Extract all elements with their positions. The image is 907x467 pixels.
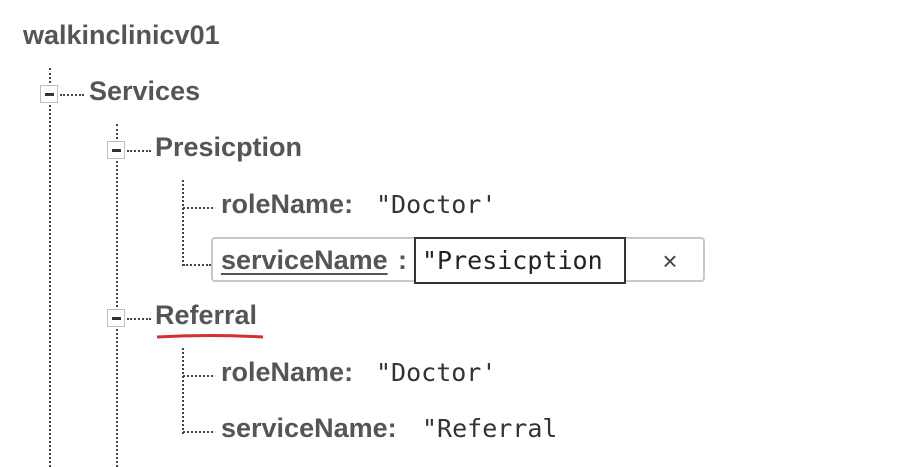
tree-connector-services xyxy=(116,124,118,467)
node-label-presicption[interactable]: Presicption xyxy=(155,132,302,163)
field-key-colon: : xyxy=(398,245,407,275)
field-value-input[interactable] xyxy=(414,237,626,284)
tree-connector-h xyxy=(60,94,84,96)
minus-square-icon[interactable] xyxy=(107,141,125,159)
tree-connector-h xyxy=(127,318,151,320)
minus-square-icon[interactable] xyxy=(40,85,58,103)
field-key-text: roleName xyxy=(221,357,345,387)
field-key-rolename[interactable]: roleName: xyxy=(221,357,353,388)
node-label-services[interactable]: Services xyxy=(89,76,200,107)
field-value-servicename[interactable]: "Referral xyxy=(422,414,557,443)
spellcheck-underline xyxy=(156,334,264,339)
field-value-rolename[interactable]: "Doctor' xyxy=(376,358,496,387)
minus-square-icon[interactable] xyxy=(107,309,125,327)
tree-connector-h xyxy=(183,207,213,209)
close-icon[interactable]: × xyxy=(648,247,692,275)
tree-connector-h xyxy=(127,150,151,152)
field-key-servicename[interactable]: serviceName: xyxy=(221,413,397,444)
tree-connector-h xyxy=(183,264,211,266)
field-value-rolename[interactable]: "Doctor' xyxy=(376,190,496,219)
tree-connector-h xyxy=(183,375,213,377)
field-key-text: serviceName xyxy=(221,413,388,443)
field-key-rolename[interactable]: roleName: xyxy=(221,189,353,220)
field-key-servicename[interactable]: serviceName xyxy=(221,245,388,276)
root-node-label[interactable]: walkinclinicv01 xyxy=(23,20,220,51)
tree-connector-referral xyxy=(182,348,184,434)
field-key-text: roleName xyxy=(221,189,345,219)
tree-connector-root xyxy=(49,68,51,467)
tree-connector-h xyxy=(183,431,213,433)
tree-connector-presicption xyxy=(182,180,184,266)
node-label-referral[interactable]: Referral xyxy=(155,300,257,331)
